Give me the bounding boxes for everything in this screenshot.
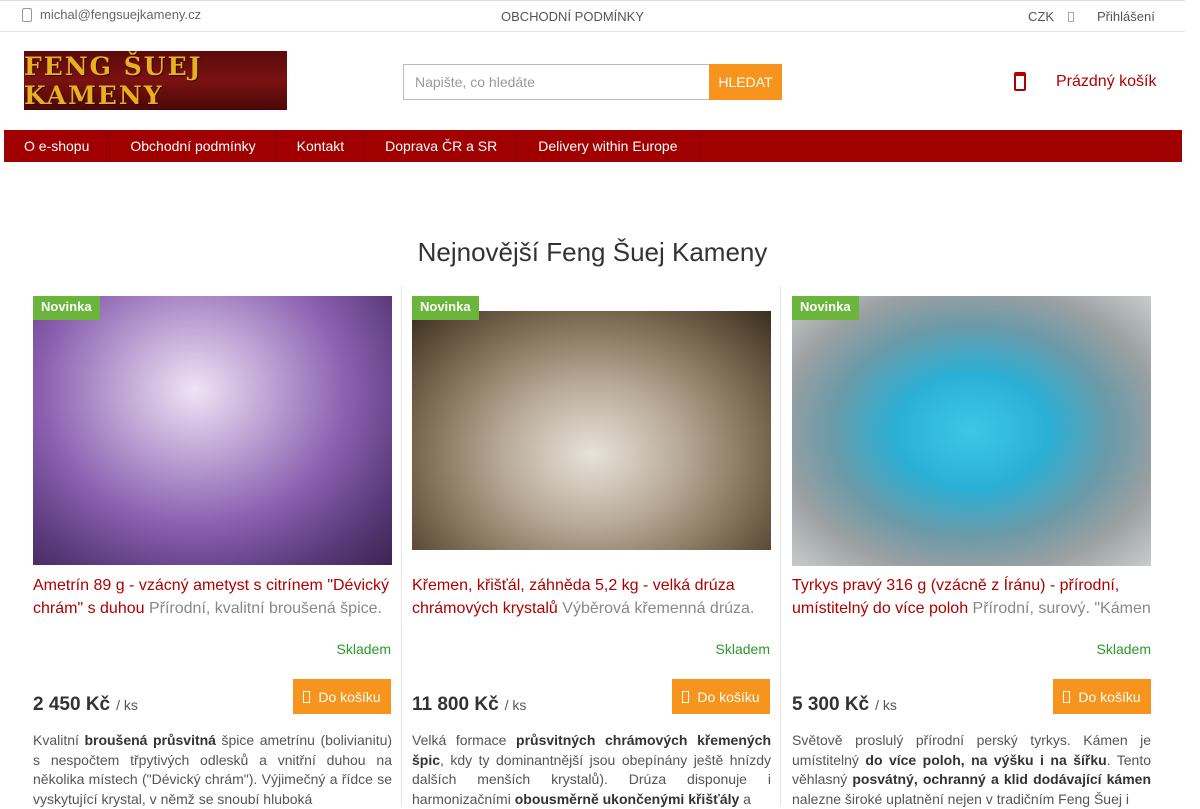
search-form: Hledat	[403, 64, 782, 100]
product-card: Novinka Křemen, křišťál, záhněda 5,2 kg …	[402, 286, 781, 809]
description-bold: posvátný, ochranný a klid dodávající kám…	[852, 771, 1151, 787]
product-image[interactable]	[792, 296, 1151, 566]
add-to-cart-button[interactable]: Do košíku	[293, 679, 391, 714]
nav-item-terms[interactable]: Obchodní podmínky	[110, 130, 277, 162]
search-button[interactable]: Hledat	[709, 64, 782, 100]
product-description: Velká formace průsvitných chrámových kře…	[412, 731, 771, 809]
product-title[interactable]: Tyrkys pravý 316 g (vzácně z Íránu) - př…	[792, 574, 1151, 620]
cart[interactable]: Prázdný košík	[1014, 72, 1156, 91]
product-price: 11 800 Kč / ks	[412, 694, 526, 716]
contact-email[interactable]: michal@fengsuejkameny.cz	[22, 7, 201, 22]
cart-icon	[1063, 690, 1071, 703]
nav-item-contact[interactable]: Kontakt	[277, 130, 366, 162]
product-card: Novinka Tyrkys pravý 316 g (vzácně z Írá…	[782, 286, 1161, 809]
page-title: Nejnovější Feng Šuej Kameny	[417, 237, 768, 267]
product-price: 2 450 Kč / ks	[33, 694, 138, 716]
new-badge: Novinka	[792, 296, 859, 320]
price-amount: 5 300 Kč	[792, 694, 870, 715]
site-logo[interactable]: FENG ŠUEJ KAMENY	[24, 51, 287, 110]
add-to-cart-button[interactable]: Do košíku	[672, 679, 770, 714]
product-description: Světově proslulý přírodní perský tyrkys.…	[792, 731, 1151, 809]
stock-status: Skladem	[1096, 641, 1151, 657]
add-to-cart-label: Do košíku	[318, 688, 381, 705]
description-bold: broušená průsvitná	[84, 732, 216, 748]
top-terms-link[interactable]: OBCHODNÍ PODMÍNKY	[501, 9, 644, 24]
shopping-bag-icon	[1014, 72, 1026, 91]
add-to-cart-button[interactable]: Do košíku	[1053, 679, 1151, 714]
nav-item-delivery-europe[interactable]: Delivery within Europe	[518, 130, 699, 162]
logo-text: FENG ŠUEJ KAMENY	[24, 51, 203, 110]
stock-status: Skladem	[715, 641, 770, 657]
nav-item-about[interactable]: O e-shopu	[4, 130, 111, 162]
price-amount: 2 450 Kč	[33, 694, 111, 715]
description-bold: do více poloh, na výšku i na šířku	[865, 751, 1107, 768]
product-short-desc: Přírodní, kvalitní broušená špice.	[148, 600, 382, 617]
stock-status: Skladem	[336, 641, 391, 657]
description-text: a	[743, 790, 751, 807]
add-to-cart-label: Do košíku	[697, 688, 760, 705]
description-text: nalezne široké uplatnění nejen v tradičn…	[792, 790, 1129, 807]
login-link[interactable]: Přihlášení	[1097, 9, 1155, 24]
description-bold: obousměrně ukončenými křišťály	[514, 790, 740, 807]
currency-label: CZK	[1028, 9, 1054, 24]
description-text: Kvalitní	[33, 732, 79, 748]
nav-item-shipping[interactable]: Doprava ČR a SR	[365, 130, 519, 162]
main-navigation: O e-shopu Obchodní podmínky Kontakt Dopr…	[4, 130, 1182, 162]
product-description: Kvalitní broušená průsvitná špice ametrí…	[33, 731, 392, 809]
price-amount: 11 800 Kč	[412, 694, 499, 715]
product-image[interactable]	[33, 296, 392, 565]
cart-icon	[682, 690, 690, 703]
price-unit: / ks	[116, 697, 138, 713]
new-badge: Novinka	[412, 296, 479, 320]
product-short-desc: Výběrová křemenná drúza.	[562, 600, 755, 617]
chevron-down-icon	[1068, 11, 1074, 22]
currency-selector[interactable]: CZK	[1028, 9, 1074, 24]
price-unit: / ks	[875, 697, 897, 713]
new-badge: Novinka	[33, 296, 100, 320]
product-image[interactable]	[412, 311, 771, 550]
contact-email-text: michal@fengsuejkameny.cz	[40, 7, 202, 22]
search-input[interactable]	[403, 64, 709, 100]
product-price: 5 300 Kč / ks	[792, 694, 897, 716]
add-to-cart-label: Do košíku	[1078, 688, 1141, 705]
top-bar: michal@fengsuejkameny.cz OBCHODNÍ PODMÍN…	[0, 0, 1185, 32]
phone-icon	[22, 7, 32, 22]
product-title[interactable]: Ametrín 89 g - vzácný ametyst s citrínem…	[33, 574, 392, 620]
price-unit: / ks	[504, 697, 527, 713]
product-title[interactable]: Křemen, křišťál, záhněda 5,2 kg - velká …	[412, 574, 771, 620]
cart-icon	[303, 690, 311, 703]
product-card: Novinka Ametrín 89 g - vzácný ametyst s …	[23, 286, 402, 809]
description-text: Velká formace	[412, 732, 507, 748]
product-short-desc: Přírodní, surový. "Kámen	[972, 600, 1151, 617]
cart-label: Prázdný košík	[1056, 72, 1157, 90]
